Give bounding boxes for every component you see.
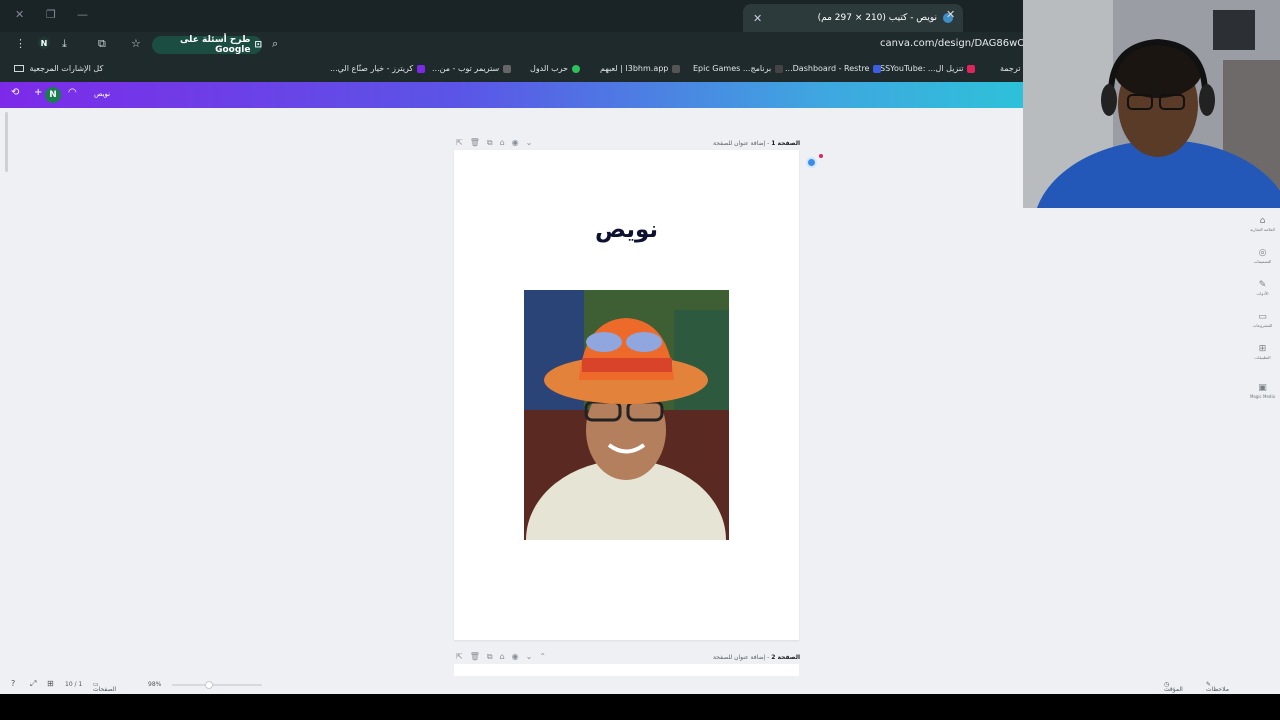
creators-icon	[417, 64, 426, 73]
star-icon[interactable]: ☆	[131, 37, 141, 50]
eye-icon[interactable]: ◉	[512, 138, 519, 148]
document-name[interactable]: نويص	[94, 90, 110, 98]
tools-icon: ✎	[1258, 280, 1267, 290]
restore-window-icon[interactable]: ❐	[46, 8, 56, 21]
canva-logo-icon[interactable]: ⟲	[11, 87, 19, 98]
page-2-header: الصفحة 2 - إضافة عنوان للصفحة ⇱ 🗑 ⧉ ⌂ ◉ …	[454, 651, 800, 665]
bookmark-item[interactable]: l3bhm.app | لعبهم	[600, 64, 681, 73]
webcam-overlay	[1023, 0, 1280, 208]
folder-icon: ▭	[1258, 312, 1267, 322]
notification-dot	[819, 154, 823, 158]
menu-icon[interactable]: ⋮	[15, 37, 26, 50]
timer-button[interactable]: المؤقت ◷	[1164, 681, 1183, 693]
lock-icon[interactable]: ⌂	[500, 652, 505, 662]
duplicate-icon[interactable]: ⧉	[487, 652, 493, 662]
all-bookmarks[interactable]: كل الإشارات المرجعية	[14, 64, 103, 73]
grid-view-icon[interactable]: ⊞	[47, 679, 54, 688]
scrollbar[interactable]	[5, 112, 8, 172]
page-2-title[interactable]: الصفحة 2 - إضافة عنوان للصفحة	[713, 654, 800, 661]
page-tools: ⇱ 🗑 ⧉ ⌂ ◉ ⌄ ⌃	[456, 652, 546, 662]
page-tools: ⇱ 🗑 ⧉ ⌂ ◉ ⌄	[456, 138, 532, 148]
restream-icon	[873, 64, 882, 73]
webcam-image	[1023, 0, 1280, 208]
rail-design[interactable]: ◎ التصميمات	[1245, 248, 1280, 264]
close-tab-icon[interactable]: ✕	[946, 8, 955, 21]
letterbox-bar	[0, 694, 1280, 720]
tab-title: نويص - كتيب (210 × 297 مم)	[817, 13, 937, 23]
l3bhm-icon	[672, 64, 681, 73]
rail-tools[interactable]: ✎ الأدوات	[1245, 280, 1280, 296]
share-icon[interactable]: ⇱	[456, 652, 463, 662]
rail-apps[interactable]: ⊞ التطبيقات	[1245, 344, 1280, 360]
rail-projects[interactable]: ▭ المشروعات	[1245, 312, 1280, 328]
brand-icon: ⌂	[1259, 216, 1266, 226]
share-icon[interactable]: ⇱	[456, 138, 463, 148]
chevron-down-icon[interactable]: ⌄	[526, 138, 533, 148]
google-ask-pill[interactable]: ⊡ طرح أسئلة على Google	[152, 35, 262, 55]
apps-icon: ⊞	[1258, 344, 1267, 354]
minimize-window-icon[interactable]: —	[77, 8, 88, 21]
bookmarks-bar: كل الإشارات المرجعية ترجمة تنزيل ال... :…	[0, 60, 1023, 80]
design-page-1[interactable]: نويص	[454, 150, 799, 640]
design-page-2[interactable]	[454, 664, 799, 676]
magic-media-icon: ▣	[1258, 383, 1267, 393]
close-tab-icon[interactable]: ✕	[753, 12, 762, 25]
zoom-slider-handle[interactable]	[205, 681, 213, 689]
extensions-icon[interactable]: ⧉	[98, 37, 106, 51]
pages-button[interactable]: الصفحات ▭	[93, 681, 116, 693]
bookmark-item[interactable]: Dashboard - Restre...	[785, 64, 882, 73]
close-window-icon[interactable]: ✕	[15, 8, 24, 21]
download-icon[interactable]: ⤓	[62, 37, 67, 51]
portrait-image	[524, 290, 729, 540]
fullscreen-icon[interactable]: ⤢	[30, 679, 36, 689]
delete-icon[interactable]: 🗑	[470, 652, 480, 662]
delete-icon[interactable]: 🗑	[470, 138, 480, 148]
bookmark-item[interactable]: ستريمر توب - من...	[432, 64, 512, 73]
side-panel-rail: ⌂ العلامة التجارية ◎ التصميمات ✎ الأدوات ▭ ا…	[1245, 210, 1280, 410]
bookmark-item[interactable]: حرب الدول	[530, 64, 580, 73]
search-icon[interactable]: ⌕	[272, 37, 278, 51]
ssyoutube-icon	[967, 64, 976, 73]
tab-bar: ✕ ❐ — + نويص - كتيب (210 × 297 مم) ✕ ✕	[0, 0, 1023, 32]
address-bar[interactable]: canva.com/design/DAG86wOV	[880, 38, 1023, 49]
duplicate-icon[interactable]: ⧉	[487, 138, 493, 148]
user-avatar[interactable]: N	[45, 87, 61, 103]
help-icon[interactable]: ?	[11, 679, 15, 688]
eye-icon[interactable]: ◉	[512, 652, 519, 662]
collaborator-avatar[interactable]	[806, 157, 817, 168]
zoom-slider[interactable]	[172, 684, 262, 686]
add-icon[interactable]: +	[34, 87, 42, 98]
design-icon: ◎	[1258, 248, 1267, 258]
profile-avatar[interactable]: N	[38, 37, 50, 49]
notes-button[interactable]: ملاحظات ✎	[1206, 681, 1229, 693]
page-1-title[interactable]: الصفحة 1 - إضافة عنوان للصفحة	[713, 140, 800, 147]
globe-icon	[571, 64, 580, 73]
bookmark-item[interactable]: تنزيل ال... :SSYouTube	[880, 64, 976, 73]
portrait-photo[interactable]	[524, 290, 729, 540]
page-count: 10 / 1	[65, 681, 83, 688]
folder-icon	[14, 65, 24, 72]
bookmark-item[interactable]: كريترز - خيار صنّاع الي...	[330, 64, 426, 73]
active-tab[interactable]: نويص - كتيب (210 × 297 مم) ✕	[743, 4, 963, 32]
canva-header: ⟲ + ◠ نويص	[0, 82, 1023, 108]
rail-brand[interactable]: ⌂ العلامة التجارية	[1245, 216, 1280, 232]
bookmark-item[interactable]: برنامج... Epic Games	[693, 64, 784, 73]
rail-magic-media[interactable]: ▣ Magic Media	[1245, 383, 1280, 399]
sync-icon[interactable]: ◠	[68, 87, 77, 98]
page-1-header: الصفحة 1 - إضافة عنوان للصفحة ⇱ 🗑 ⧉ ⌂ ◉ …	[454, 137, 800, 151]
zoom-level[interactable]: 98%	[148, 681, 161, 688]
epic-icon	[775, 64, 784, 73]
page-heading[interactable]: نويص	[454, 217, 799, 243]
bookmark-item[interactable]: ترجمة	[1000, 64, 1021, 73]
lens-icon: ⊡	[254, 40, 262, 50]
chevron-down-icon[interactable]: ⌄	[526, 652, 533, 662]
lock-icon[interactable]: ⌂	[500, 138, 505, 148]
streamer-icon	[503, 64, 512, 73]
chevron-up-icon[interactable]: ⌃	[539, 652, 546, 662]
